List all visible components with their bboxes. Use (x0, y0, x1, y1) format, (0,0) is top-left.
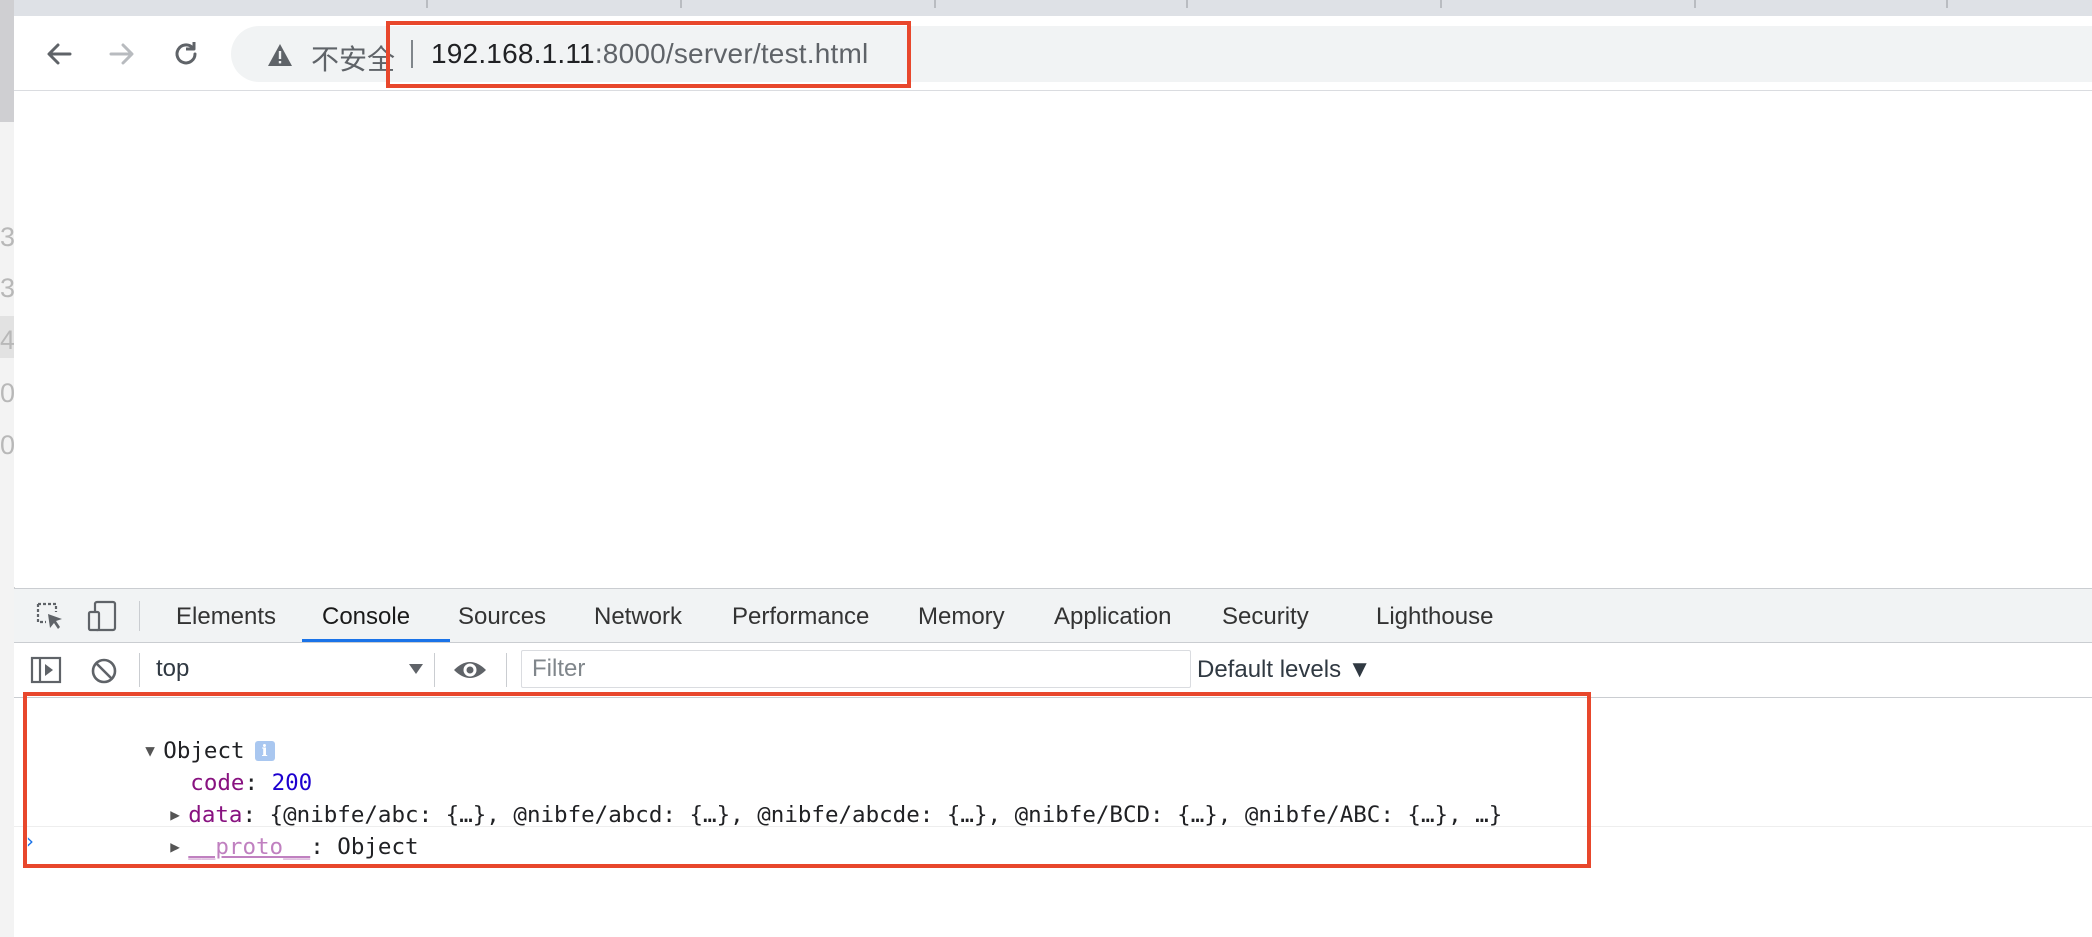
toolbar-divider (506, 653, 507, 687)
devtools-tab-bar: Elements Console Sources Network Perform… (14, 589, 2092, 643)
tab-network[interactable]: Network (594, 603, 682, 631)
toolbar-divider (139, 653, 140, 687)
tab-separator (934, 0, 936, 8)
background-number: 0 (0, 378, 14, 408)
clear-console-icon[interactable] (89, 656, 119, 686)
console-filter-input[interactable] (521, 650, 1191, 688)
tab-elements[interactable]: Elements (176, 603, 276, 631)
forward-button[interactable] (101, 33, 143, 75)
tab-separator (680, 0, 682, 8)
browser-toolbar: 不安全 192.168.1.11:8000/server/test.html (14, 16, 2092, 91)
security-status-label[interactable]: 不安全 (311, 38, 395, 78)
live-expression-eye-icon[interactable] (452, 656, 488, 684)
page-content (14, 91, 2092, 587)
tab-performance[interactable]: Performance (732, 603, 869, 631)
tab-console[interactable]: Console (322, 603, 410, 631)
tab-separator (1946, 0, 1948, 8)
background-window-titlebar (0, 0, 14, 122)
tab-separator (1694, 0, 1696, 8)
tab-sources[interactable]: Sources (458, 603, 546, 631)
arrow-right-icon (109, 43, 134, 65)
device-toolbar-icon[interactable] (86, 600, 120, 632)
arrow-left-icon (47, 43, 72, 65)
browser-tab-strip (14, 0, 2092, 16)
sidebar-toggle-icon[interactable] (30, 656, 62, 684)
tab-memory[interactable]: Memory (918, 603, 1005, 631)
url-highlight-box (386, 21, 911, 88)
log-levels-dropdown[interactable]: Default levels ▼ (1197, 656, 1372, 684)
background-number: 4 (0, 325, 14, 355)
tab-security[interactable]: Security (1222, 603, 1309, 631)
dropdown-caret-icon (409, 664, 423, 674)
tab-separator (1440, 0, 1442, 8)
background-window-edge: 38 34 4 0 0 (0, 0, 15, 937)
tab-lighthouse[interactable]: Lighthouse (1376, 603, 1493, 631)
tab-separator (426, 0, 428, 8)
context-selector-value: top (156, 655, 190, 682)
context-selector[interactable]: top (156, 655, 424, 685)
back-button[interactable] (38, 33, 80, 75)
background-number: 0 (0, 430, 14, 460)
console-toolbar: top Default levels ▼ (14, 643, 2092, 698)
toolbar-divider (139, 601, 140, 631)
active-tab-indicator (302, 639, 450, 642)
tab-separator (1186, 0, 1188, 8)
reload-button[interactable] (165, 33, 207, 75)
warning-icon (268, 44, 292, 66)
tab-application[interactable]: Application (1054, 603, 1171, 631)
background-number: 34 (0, 273, 14, 303)
toolbar-divider (434, 653, 435, 687)
reload-icon (175, 42, 197, 65)
background-number: 38 (0, 222, 14, 252)
inspect-element-icon[interactable] (34, 600, 66, 632)
console-highlight-box (23, 692, 1591, 868)
